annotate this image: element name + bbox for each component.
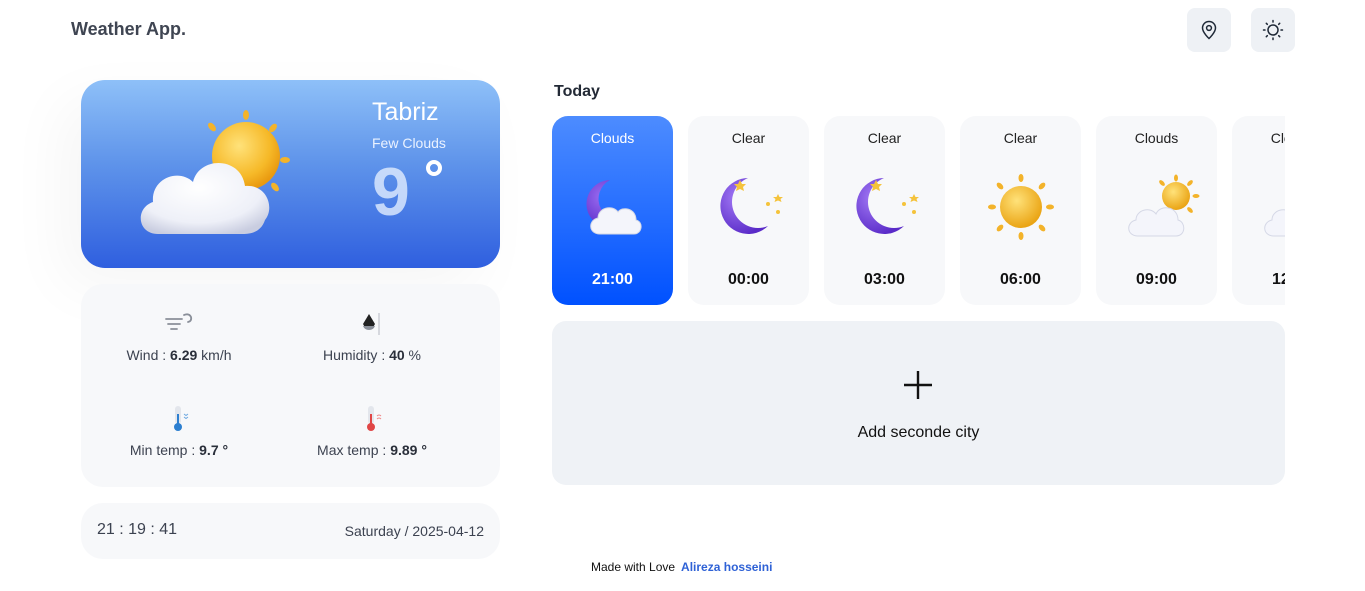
forecast-condition: Clear [867,130,902,146]
forecast-hour: 12:00 [1272,271,1285,288]
humidity-stat: Humidity : 40 % [272,311,472,363]
min-temp-label: Min temp : [129,442,200,458]
weather-description: Few Clouds [372,135,446,151]
sun-cloud-icon [1260,174,1285,245]
forecast-card[interactable]: Clear 03:00 [824,116,945,305]
humidity-unit: % [404,347,422,363]
forecast-heading: Today [554,83,600,100]
forecast-condition: Clouds [1134,130,1179,146]
max-temp-value: 9.89 ° [390,442,427,458]
humidity-value: 40 [389,347,405,363]
wind-unit: km/h [197,347,232,363]
min-temp-value: 9.7 ° [199,442,229,458]
forecast-card[interactable]: Clear 06:00 [960,116,1081,305]
app-title: Weather App. [71,19,187,39]
sun-icon [1262,19,1284,41]
humidity-icon [363,313,380,335]
current-temperature: 9 [372,154,410,230]
forecast-card[interactable]: Clear 00:00 [688,116,809,305]
humidity-label: Humidity : [322,347,390,363]
moon-stars-icon [716,174,786,245]
sun-behind-cloud-icon [140,110,290,234]
forecast-card[interactable]: Clouds 09:00 [1096,116,1217,305]
degree-symbol [426,160,442,176]
moon-cloud-icon [580,174,646,245]
forecast-card[interactable]: Clouds 21:00 [552,116,673,305]
thermometer-cold-icon [174,406,189,431]
wind-value: 6.29 [170,347,198,363]
location-button[interactable] [1187,8,1231,52]
forecast-card[interactable]: Clouds 12:00 [1232,116,1285,305]
thermometer-hot-icon [367,406,382,431]
author-link[interactable]: Alireza hosseini [681,560,772,574]
current-time: 21 : 19 : 41 [97,521,178,538]
forecast-condition: Clouds [1270,130,1285,146]
forecast-condition: Clear [731,130,766,146]
footer-text: Made with Love [591,560,676,574]
theme-toggle-button[interactable] [1251,8,1295,52]
forecast-hour: 06:00 [1000,271,1041,288]
footer: Made with Love Alireza hosseini [591,560,772,574]
clock-card: 21 : 19 : 41 Saturday / 2025-04-12 [81,503,500,559]
city-name: Tabriz [372,98,439,126]
forecast-hour: 09:00 [1136,271,1177,288]
wind-icon [165,313,193,330]
max-temp-stat: Max temp : 9.89 ° [272,404,472,458]
forecast-hour: 03:00 [864,271,905,288]
hourly-forecast-scroller[interactable]: Clouds 21:00 Clear 00:00 Clear 03:00 Clear 06:0… [552,116,1285,306]
wind-label: Wind : [126,347,171,363]
add-city-button[interactable]: Add seconde city [552,321,1285,485]
max-temp-label: Max temp : [317,442,391,458]
plus-icon [904,371,932,399]
add-city-label: Add seconde city [857,424,980,441]
current-weather-card: Tabriz Few Clouds 9 [81,80,500,268]
sun-icon [988,174,1054,245]
wind-stat: Wind : 6.29 km/h [79,311,279,363]
forecast-condition: Clear [1003,130,1038,146]
forecast-condition: Clouds [590,130,635,146]
hourly-forecast-list: Clouds 21:00 Clear 00:00 Clear 03:00 Clear 06:0… [552,116,1285,305]
moon-stars-icon [852,174,922,245]
forecast-hour: 21:00 [592,271,633,288]
forecast-hour: 00:00 [728,271,769,288]
weather-stats-card: Wind : 6.29 km/h Humidity : 40 % Min tem… [81,284,500,487]
map-pin-icon [1201,20,1217,40]
current-date: Saturday / 2025-04-12 [344,523,484,539]
min-temp-stat: Min temp : 9.7 ° [79,404,279,458]
sun-cloud-icon [1124,174,1200,245]
